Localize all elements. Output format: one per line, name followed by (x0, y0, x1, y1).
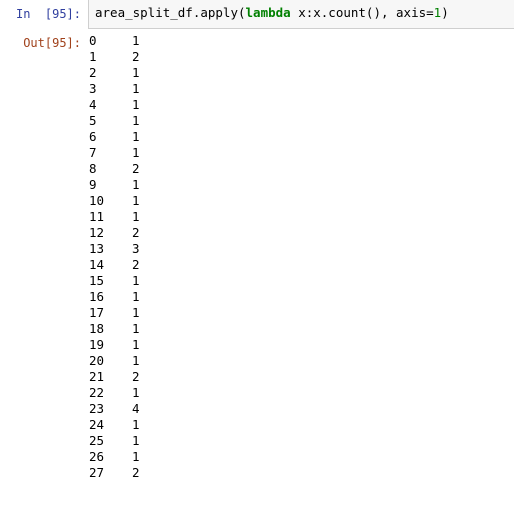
series-row-index: 11 (89, 209, 105, 224)
series-row-index: 8 (89, 161, 97, 176)
series-row-index: 3 (89, 81, 97, 96)
series-row-index: 7 (89, 145, 97, 160)
series-row: 17 1 (88, 305, 172, 321)
input-prompt: In [95]: (15, 7, 81, 21)
code-input-area[interactable]: area_split_df.apply(lambda x:x.count(), … (88, 0, 514, 29)
series-row-value: 3 (132, 241, 140, 256)
series-row: 14 2 (88, 257, 172, 273)
code-segment-after-keyword: x:x.count(), axis= (290, 5, 434, 20)
series-row-value: 1 (132, 209, 140, 224)
series-row-index: 10 (89, 193, 105, 208)
series-row-value: 1 (132, 97, 140, 112)
series-row-index: 14 (89, 257, 105, 272)
series-row-index: 15 (89, 273, 105, 288)
series-row-value: 1 (132, 433, 140, 448)
series-row-value: 1 (132, 273, 140, 288)
series-row-value: 1 (132, 305, 140, 320)
series-row: 27 2 (88, 465, 172, 481)
series-row-index: 4 (89, 97, 97, 112)
code-segment-before-keyword: area_split_df.apply( (95, 5, 246, 20)
series-row-index: 18 (89, 321, 105, 336)
series-row: 18 1 (88, 321, 172, 337)
series-row-value: 1 (132, 449, 140, 464)
series-row-index: 16 (89, 289, 105, 304)
series-row: 71 (88, 145, 172, 161)
series-row-value: 1 (132, 417, 140, 432)
series-row-index: 2 (89, 65, 97, 80)
code-cell-input-row: In [95]: area_split_df.apply(lambda x:x.… (0, 0, 514, 29)
series-row-value: 1 (132, 337, 140, 352)
series-row-value: 1 (132, 113, 140, 128)
series-row: 10 1 (88, 193, 172, 209)
series-row-value: 1 (132, 65, 140, 80)
series-row-value: 2 (132, 161, 140, 176)
series-row: 20 1 (88, 353, 172, 369)
series-row: 15 1 (88, 273, 172, 289)
series-row-index: 20 (89, 353, 105, 368)
series-row-index: 0 (89, 33, 97, 48)
series-row-value: 1 (132, 193, 140, 208)
series-row-index: 13 (89, 241, 105, 256)
series-row-index: 26 (89, 449, 105, 464)
series-row: 12 2 (88, 225, 172, 241)
output-area: 0 1 1 2 2 1 3 1 4 1 5 1 6 1 7 1 8 2 9 1 10 1 11 1 12 2 13 3 14 2 15 1 16… (88, 29, 514, 481)
series-row-value: 1 (132, 289, 140, 304)
notebook-cell-container: In [95]: area_split_df.apply(lambda x:x.… (0, 0, 514, 512)
code-keyword-lambda: lambda (245, 5, 291, 20)
series-row: 16 1 (88, 289, 172, 305)
series-row-index: 22 (89, 385, 105, 400)
series-row-index: 25 (89, 433, 105, 448)
code-segment-tail: ) (441, 5, 449, 20)
series-row-index: 5 (89, 113, 97, 128)
series-row-index: 19 (89, 337, 105, 352)
series-row-index: 24 (89, 417, 105, 432)
series-row: 61 (88, 129, 172, 145)
series-row-value: 2 (132, 225, 140, 240)
series-row-index: 12 (89, 225, 105, 240)
code-cell-output-row: Out[95]: 0 1 1 2 2 1 3 1 4 1 5 1 6 1 7 1 8 2 9 1 10 1 11 1 12 2 13… (0, 29, 514, 481)
series-row: 21 (88, 65, 172, 81)
series-row-index: 23 (89, 401, 105, 416)
series-row-value: 1 (132, 385, 140, 400)
series-row: 19 1 (88, 337, 172, 353)
series-row: 22 1 (88, 385, 172, 401)
series-row: 23 4 (88, 401, 172, 417)
series-output-body: 0 1 1 2 2 1 3 1 4 1 5 1 6 1 7 1 8 2 9 1 10 1 11 1 12 2 13 3 14 2 15 1 16… (88, 33, 172, 481)
series-row: 26 1 (88, 449, 172, 465)
series-row-value: 1 (132, 321, 140, 336)
series-row: 51 (88, 113, 172, 129)
series-row: 01 (88, 33, 172, 49)
series-row-index: 27 (89, 465, 105, 480)
series-row-index: 6 (89, 129, 97, 144)
series-row-value: 1 (132, 353, 140, 368)
series-row: 91 (88, 177, 172, 193)
series-row: 13 3 (88, 241, 172, 257)
series-row-value: 4 (132, 401, 140, 416)
series-row: 82 (88, 161, 172, 177)
series-row: 21 2 (88, 369, 172, 385)
series-row-index: 21 (89, 369, 105, 384)
series-row-value: 1 (132, 33, 140, 48)
series-row-index: 1 (89, 49, 97, 64)
series-row: 41 (88, 97, 172, 113)
series-row-value: 1 (132, 177, 140, 192)
series-row-value: 2 (132, 49, 140, 64)
series-row-value: 2 (132, 257, 140, 272)
series-row-value: 1 (132, 145, 140, 160)
series-row-value: 1 (132, 129, 140, 144)
series-row-value: 2 (132, 465, 140, 480)
code-line[interactable]: area_split_df.apply(lambda x:x.count(), … (95, 4, 514, 22)
output-prompt: Out[95]: (23, 36, 81, 50)
series-row-index: 9 (89, 177, 97, 192)
series-row: 12 (88, 49, 172, 65)
series-row: 24 1 (88, 417, 172, 433)
series-row: 31 (88, 81, 172, 97)
series-row: 25 1 (88, 433, 172, 449)
series-row-value: 1 (132, 81, 140, 96)
series-row: 11 1 (88, 209, 172, 225)
series-row-value: 2 (132, 369, 140, 384)
series-output-table: 0 1 1 2 2 1 3 1 4 1 5 1 6 1 7 1 8 2 9 1 10 1 11 1 12 2 13 3 14 2 15 1 16… (88, 33, 172, 481)
series-row-index: 17 (89, 305, 105, 320)
